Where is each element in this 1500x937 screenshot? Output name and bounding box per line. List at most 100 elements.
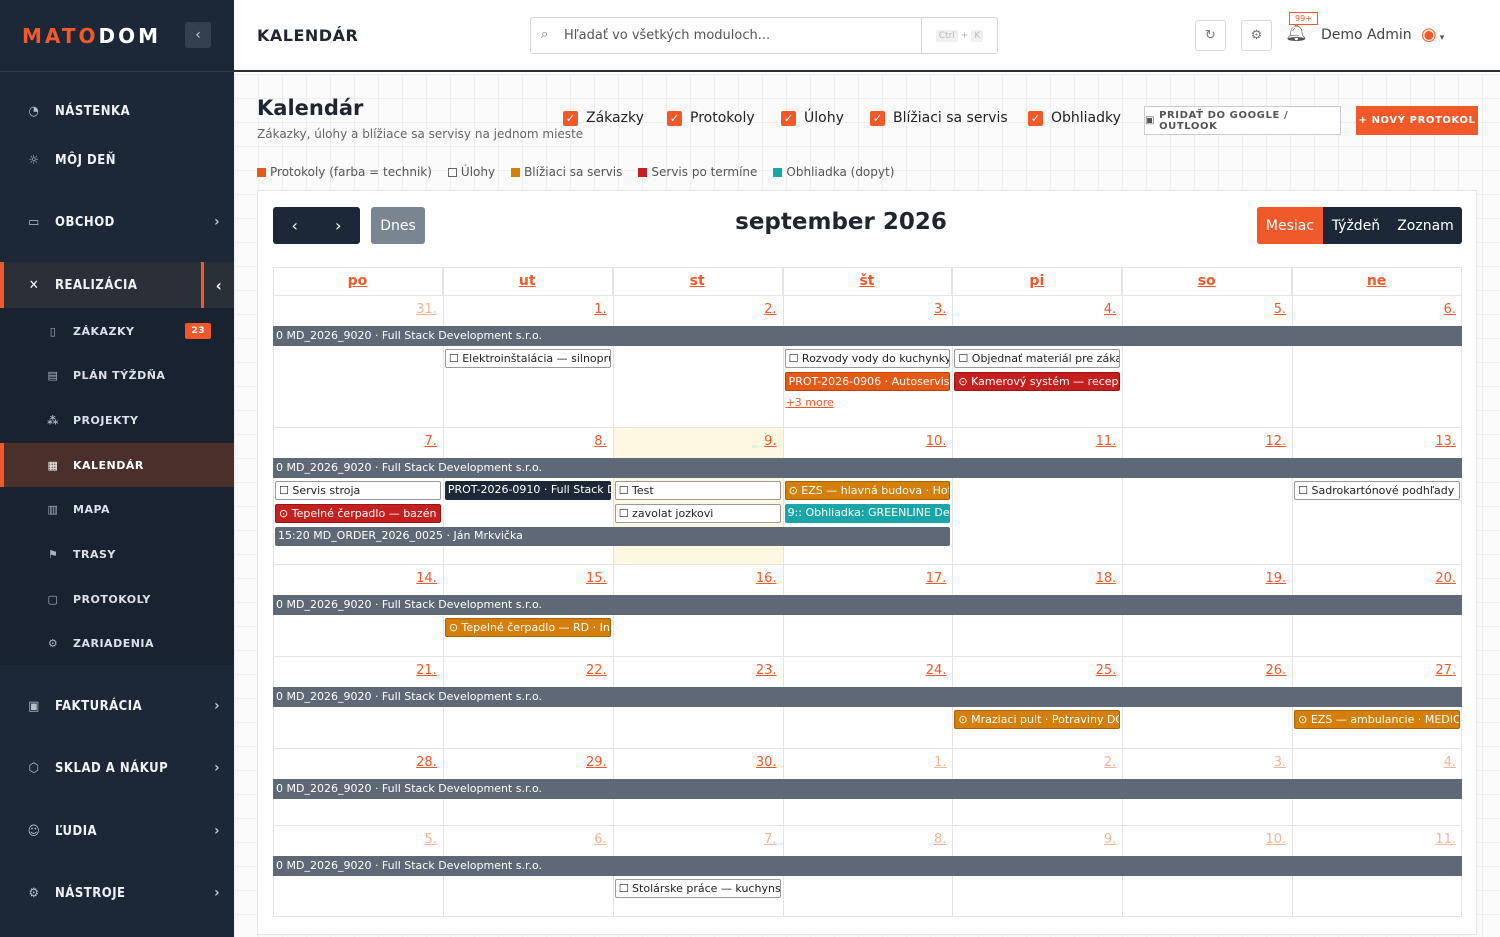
- refresh-button[interactable]: ↻: [1195, 20, 1226, 51]
- sidebar-item-sklad[interactable]: ⬡ SKLAD A NÁKUP ›: [0, 746, 234, 790]
- user-avatar-icon[interactable]: ◉ ▾: [1421, 24, 1444, 45]
- day-number[interactable]: 10.: [1126, 832, 1286, 847]
- filter-protokoly[interactable]: ✓ Protokoly: [667, 110, 755, 126]
- day-number[interactable]: 2.: [956, 755, 1116, 770]
- bell-icon[interactable]: 🔔︎: [1285, 22, 1308, 43]
- day-number[interactable]: 10.: [786, 434, 947, 449]
- calendar-event[interactable]: ☐ Test: [614, 481, 781, 500]
- day-number[interactable]: 25.: [956, 663, 1117, 678]
- sidebar-item-kalendar[interactable]: ▦ KALENDÁR: [0, 443, 234, 487]
- add-to-google-outlook-button[interactable]: ▣ PRIDAŤ DO GOOGLE / OUTLOOK: [1144, 106, 1341, 135]
- day-number[interactable]: 2.: [617, 302, 776, 317]
- project-banner[interactable]: 0 MD_2026_9020 · Full Stack Development …: [273, 595, 1462, 615]
- calendar-event[interactable]: ⊙ Tepelné čerpadlo — bazén · Hc: [275, 504, 441, 523]
- debug-button[interactable]: ⚙: [1241, 20, 1272, 51]
- calendar-event[interactable]: ⊙ Tepelné čerpadlo — RD · Ing. P: [444, 618, 611, 637]
- day-number[interactable]: 19.: [1126, 571, 1286, 586]
- collapse-sidebar-button[interactable]: ‹: [185, 22, 211, 48]
- checkbox-checked[interactable]: ✓: [667, 110, 682, 126]
- day-number[interactable]: 11.: [1296, 832, 1456, 847]
- view-week-button[interactable]: Týždeň: [1323, 207, 1389, 244]
- user-name[interactable]: Demo Admin: [1321, 27, 1412, 43]
- day-number[interactable]: 13.: [1296, 434, 1456, 449]
- sidebar-item-protokoly[interactable]: ▢ PROTOKOLY: [0, 577, 234, 621]
- day-number[interactable]: 1.: [447, 302, 606, 317]
- calendar-event[interactable]: ⊙ EZS — ambulancie · MEDICEN: [1294, 710, 1460, 729]
- day-number[interactable]: 30.: [617, 755, 777, 770]
- calendar-event[interactable]: ⊙ EZS — hlavná budova · Hotel B: [784, 481, 951, 500]
- view-list-button[interactable]: Zoznam: [1389, 207, 1462, 244]
- day-number[interactable]: 9.: [617, 434, 776, 449]
- filter-zakazky[interactable]: ✓ Zákazky: [563, 110, 644, 126]
- sidebar-item-realizacia[interactable]: ✕ REALIZÁCIA ‹: [0, 262, 234, 308]
- project-banner[interactable]: 0 MD_2026_9020 · Full Stack Development …: [273, 856, 1462, 876]
- day-number[interactable]: 16.: [617, 571, 777, 586]
- day-number[interactable]: 11.: [956, 434, 1117, 449]
- checkbox-checked[interactable]: ✓: [563, 110, 578, 126]
- view-month-button[interactable]: Mesiac: [1257, 207, 1323, 244]
- sidebar-item-trasy[interactable]: ⚑ TRASY: [0, 532, 234, 576]
- day-number[interactable]: 18.: [956, 571, 1117, 586]
- sidebar-item-fakturacia[interactable]: ▣ FAKTURÁCIA ›: [0, 684, 234, 728]
- sidebar-item-moj-den[interactable]: ☼ MÔJ DEŇ: [0, 138, 234, 182]
- project-banner[interactable]: 0 MD_2026_9020 · Full Stack Development …: [273, 779, 1462, 799]
- day-number[interactable]: 7.: [277, 434, 436, 449]
- global-search[interactable]: ⌕ Hľadať vo všetkých moduloch... Ctrl + K: [530, 17, 998, 54]
- calendar-event[interactable]: ⊙ Kamerový systém — recepcia: [954, 372, 1121, 391]
- day-number[interactable]: 31.: [277, 302, 437, 317]
- calendar-event[interactable]: ⊙ Mraziaci pult · Potraviny DOMK: [954, 710, 1121, 729]
- day-number[interactable]: 24.: [786, 663, 947, 678]
- day-number[interactable]: 8.: [786, 832, 946, 847]
- day-number[interactable]: 7.: [617, 832, 776, 847]
- sidebar-item-mapa[interactable]: ▥ MAPA: [0, 487, 234, 531]
- calendar-event[interactable]: 9:: Obhliadka: GREENLINE Deve: [784, 504, 951, 523]
- filter-ulohy[interactable]: ✓ Úlohy: [781, 110, 844, 126]
- calendar-event[interactable]: ☐ Elektroinštalácia — silnoprúd: [444, 349, 611, 368]
- calendar-event[interactable]: ☐ Objednať materiál pre zákazku: [954, 349, 1121, 368]
- sidebar-item-projekty[interactable]: ⁂ PROJEKTY: [0, 398, 234, 442]
- sidebar-item-plan-tyzdna[interactable]: ▤ PLÁN TÝŽDŇA: [0, 353, 234, 397]
- day-number[interactable]: 1.: [786, 755, 946, 770]
- day-number[interactable]: 4.: [956, 302, 1116, 317]
- project-banner[interactable]: 0 MD_2026_9020 · Full Stack Development …: [273, 687, 1462, 707]
- sidebar-item-nastroje[interactable]: ⚙ NÁSTROJE ›: [0, 871, 234, 915]
- sidebar-item-obchod[interactable]: ▭ OBCHOD ›: [0, 200, 234, 244]
- checkbox-checked[interactable]: ✓: [781, 110, 796, 126]
- day-number[interactable]: 6.: [447, 832, 606, 847]
- day-number[interactable]: 22.: [447, 663, 607, 678]
- sidebar-item-zakazky[interactable]: ▯ ZÁKAZKY 23: [0, 309, 234, 353]
- calendar-event[interactable]: PROT-2026-0910 · Full Stack De: [444, 481, 611, 500]
- filter-obhliadky[interactable]: ✓ Obhliadky: [1028, 110, 1121, 126]
- project-banner[interactable]: 0 MD_2026_9020 · Full Stack Development …: [273, 326, 1462, 346]
- calendar-event[interactable]: PROT-2026-0906 · Autoservis H: [784, 372, 951, 391]
- project-banner[interactable]: 0 MD_2026_9020 · Full Stack Development …: [273, 458, 1462, 478]
- day-number[interactable]: 3.: [1126, 755, 1286, 770]
- search-input[interactable]: Hľadať vo všetkých moduloch...: [564, 28, 770, 43]
- day-number[interactable]: 23.: [617, 663, 777, 678]
- day-number[interactable]: 9.: [956, 832, 1116, 847]
- checkbox-checked[interactable]: ✓: [870, 110, 885, 126]
- day-number[interactable]: 14.: [277, 571, 437, 586]
- filter-bliziaci-servis[interactable]: ✓ Blížiaci sa servis: [870, 110, 1008, 126]
- day-number[interactable]: 12.: [1126, 434, 1286, 449]
- day-number[interactable]: 20.: [1296, 571, 1456, 586]
- calendar-event[interactable]: ☐ Servis stroja: [275, 481, 441, 500]
- checkbox-checked[interactable]: ✓: [1028, 110, 1043, 126]
- day-number[interactable]: 8.: [447, 434, 606, 449]
- calendar-event[interactable]: ☐ zavolat jozkovi: [614, 504, 781, 523]
- day-number[interactable]: 21.: [277, 663, 437, 678]
- day-number[interactable]: 28.: [277, 755, 437, 770]
- day-number[interactable]: 15.: [447, 571, 607, 586]
- calendar-event[interactable]: ☐ Stolárske práce — kuchynská: [614, 879, 781, 898]
- sidebar-item-nastenka[interactable]: ◔ NÁSTENKA: [0, 89, 234, 133]
- new-protocol-button[interactable]: + NOVÝ PROTOKOL: [1356, 106, 1478, 135]
- more-events-link[interactable]: +3 more: [786, 396, 834, 409]
- calendar-event[interactable]: 15:20 MD_ORDER_2026_0025 · Ján Mrkvička: [275, 527, 951, 546]
- day-number[interactable]: 26.: [1126, 663, 1286, 678]
- sidebar-item-ludia[interactable]: ☺ ĽUDIA ›: [0, 809, 234, 853]
- day-number[interactable]: 6.: [1296, 302, 1456, 317]
- calendar-event[interactable]: ☐ Sadrokartónové podhľady: [1294, 481, 1460, 500]
- day-number[interactable]: 3.: [786, 302, 946, 317]
- day-number[interactable]: 29.: [447, 755, 607, 770]
- day-number[interactable]: 27.: [1296, 663, 1456, 678]
